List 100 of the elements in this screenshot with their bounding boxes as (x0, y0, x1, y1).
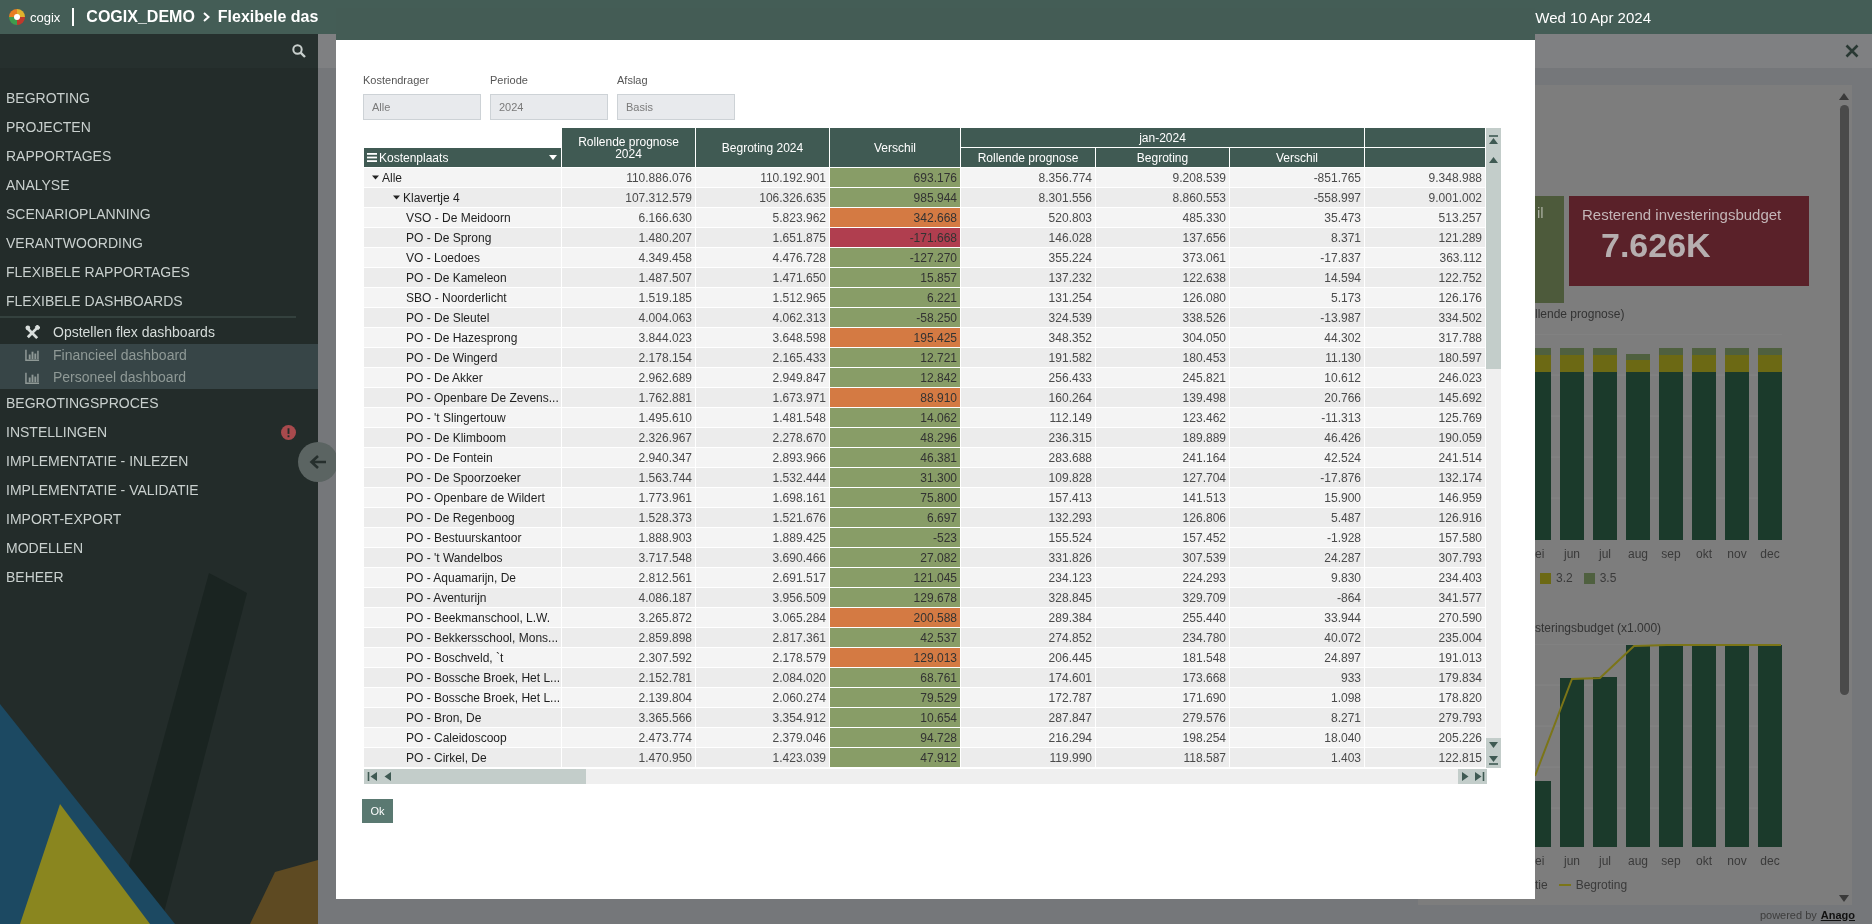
table-cell: 5.823.962 (696, 208, 830, 228)
table-cell: 235.004 (1365, 628, 1486, 648)
nav-item[interactable]: SCENARIOPLANNING (0, 199, 296, 228)
nav-item[interactable]: IMPLEMENTATIE - INLEZEN (0, 446, 296, 476)
table-cell: 304.050 (1096, 328, 1230, 348)
search-icon[interactable] (292, 44, 306, 58)
table-cell: 329.709 (1096, 588, 1230, 608)
expand-caret-icon[interactable] (393, 194, 400, 201)
close-icon[interactable] (1845, 44, 1859, 58)
nav-item[interactable]: IMPORT-EXPORT (0, 504, 296, 534)
column-header[interactable]: Verschil (830, 128, 961, 168)
scroll-top-icon[interactable] (1488, 134, 1499, 146)
table-cell: 1.519.185 (562, 288, 696, 308)
ok-button[interactable]: Ok (362, 799, 393, 823)
scroll-bottom-icon[interactable] (1488, 755, 1499, 766)
filter-field[interactable]: Basis (617, 94, 735, 120)
nav-item[interactable]: BEHEER (0, 562, 296, 592)
table-cell: 122.815 (1365, 748, 1486, 768)
row-dimension-header[interactable]: Kostenplaats (364, 148, 562, 168)
table-cell: 1.521.676 (696, 508, 830, 528)
column-header[interactable]: Begroting 2024 (696, 128, 830, 168)
column-header[interactable]: Rollende prognose 2024 (562, 128, 696, 168)
table-cell: 1.698.161 (696, 488, 830, 508)
nav-item[interactable]: FLEXIBELE RAPPORTAGES (0, 257, 296, 286)
legend-label: tie (1535, 878, 1548, 892)
variance-cell: -523 (830, 528, 961, 548)
scrollbar-thumb[interactable] (364, 769, 586, 784)
table-cell: 9.001.002 (1365, 188, 1486, 208)
table-cell: 122.638 (1096, 268, 1230, 288)
table-cell: 256.433 (961, 368, 1096, 388)
table-cell: 171.690 (1096, 688, 1230, 708)
table-cell: 279.576 (1096, 708, 1230, 728)
nav-item[interactable]: ANALYSE (0, 170, 296, 199)
table-cell: 121.289 (1365, 228, 1486, 248)
variance-cell: 75.800 (830, 488, 961, 508)
table-cell: 1.481.548 (696, 408, 830, 428)
table-cell: 520.803 (961, 208, 1096, 228)
variance-cell: 12.721 (830, 348, 961, 368)
filter-field[interactable]: 2024 (490, 94, 608, 120)
scroll-down-icon[interactable] (1839, 895, 1849, 902)
nav-item[interactable]: VERANTWOORDING (0, 228, 296, 257)
filter-field[interactable]: Alle (363, 94, 481, 120)
table-cell: 157.580 (1365, 528, 1486, 548)
variance-cell: 42.537 (830, 628, 961, 648)
nav-item[interactable]: MODELLEN (0, 533, 296, 563)
column-header[interactable]: Rollende prognose (961, 148, 1096, 168)
scrollbar-thumb[interactable] (1839, 105, 1849, 695)
row-label: PO - Openbare De Zevens... (406, 390, 559, 405)
row-label: PO - Caleidoscoop (406, 730, 507, 745)
nav-item[interactable]: RAPPORTAGES (0, 141, 296, 170)
dropdown-caret-icon[interactable] (549, 155, 557, 160)
table-cell: 44.302 (1230, 328, 1365, 348)
expand-caret-icon[interactable] (372, 174, 379, 181)
nav-item[interactable]: IMPLEMENTATIE - VALIDATIE (0, 475, 296, 505)
table-cell: 373.061 (1096, 248, 1230, 268)
scroll-end-icon[interactable] (1474, 771, 1486, 782)
vendor-link[interactable]: Anago (1820, 908, 1855, 921)
table-cell: 3.265.872 (562, 608, 696, 628)
scroll-right-icon[interactable] (1459, 771, 1471, 782)
scroll-up-icon[interactable] (1488, 154, 1499, 166)
table-cell: 46.426 (1230, 428, 1365, 448)
column-group-header[interactable]: jan-2024 (961, 128, 1365, 148)
table-cell: 126.176 (1365, 288, 1486, 308)
table-cell: 1.470.950 (562, 748, 696, 768)
scroll-up-icon[interactable] (1839, 93, 1849, 100)
table-cell: 33.944 (1230, 608, 1365, 628)
table-cell: 334.502 (1365, 308, 1486, 328)
variance-cell: 121.045 (830, 568, 961, 588)
table-cell: 3.690.466 (696, 548, 830, 568)
variance-cell: 12.842 (830, 368, 961, 388)
nav-item[interactable]: BEGROTINGSPROCES (0, 388, 296, 418)
month-label: dec (1759, 547, 1781, 563)
table-cell: 2.817.361 (696, 628, 830, 648)
nav-item[interactable]: INSTELLINGEN (0, 417, 296, 447)
scroll-left-icon[interactable] (382, 771, 393, 782)
nav-item[interactable]: BEGROTING (0, 83, 296, 112)
scroll-down-icon[interactable] (1488, 740, 1499, 751)
table-cell: 9.830 (1230, 568, 1365, 588)
table-cell: 3.354.912 (696, 708, 830, 728)
nav-item[interactable]: PROJECTEN (0, 112, 296, 141)
table-cell: 1.528.373 (562, 508, 696, 528)
scrollbar-thumb[interactable] (1486, 172, 1501, 369)
nav-item[interactable]: FLEXIBELE DASHBOARDS (0, 286, 296, 315)
column-header[interactable]: Verschil (1230, 148, 1365, 168)
table-cell: -17.837 (1230, 248, 1365, 268)
row-label: PO - Bossche Broek, Het L... (406, 670, 561, 685)
environment-name[interactable]: COGIX_DEMO (86, 8, 195, 26)
table-cell: 1.889.425 (696, 528, 830, 548)
table-cell: 2.859.898 (562, 628, 696, 648)
variance-cell: 48.296 (830, 428, 961, 448)
column-header[interactable]: Begroting (1096, 148, 1230, 168)
table-cell: -17.876 (1230, 468, 1365, 488)
table-cell: 1.423.039 (696, 748, 830, 768)
table-cell: 15.900 (1230, 488, 1365, 508)
variance-cell: -127.270 (830, 248, 961, 268)
table-cell: 8.301.556 (961, 188, 1096, 208)
nav-subitem[interactable]: Opstellen flex dashboards (0, 321, 318, 344)
menu-icon[interactable] (367, 153, 377, 162)
kpi-title: il (1537, 204, 1544, 221)
scroll-start-icon[interactable] (367, 771, 378, 782)
